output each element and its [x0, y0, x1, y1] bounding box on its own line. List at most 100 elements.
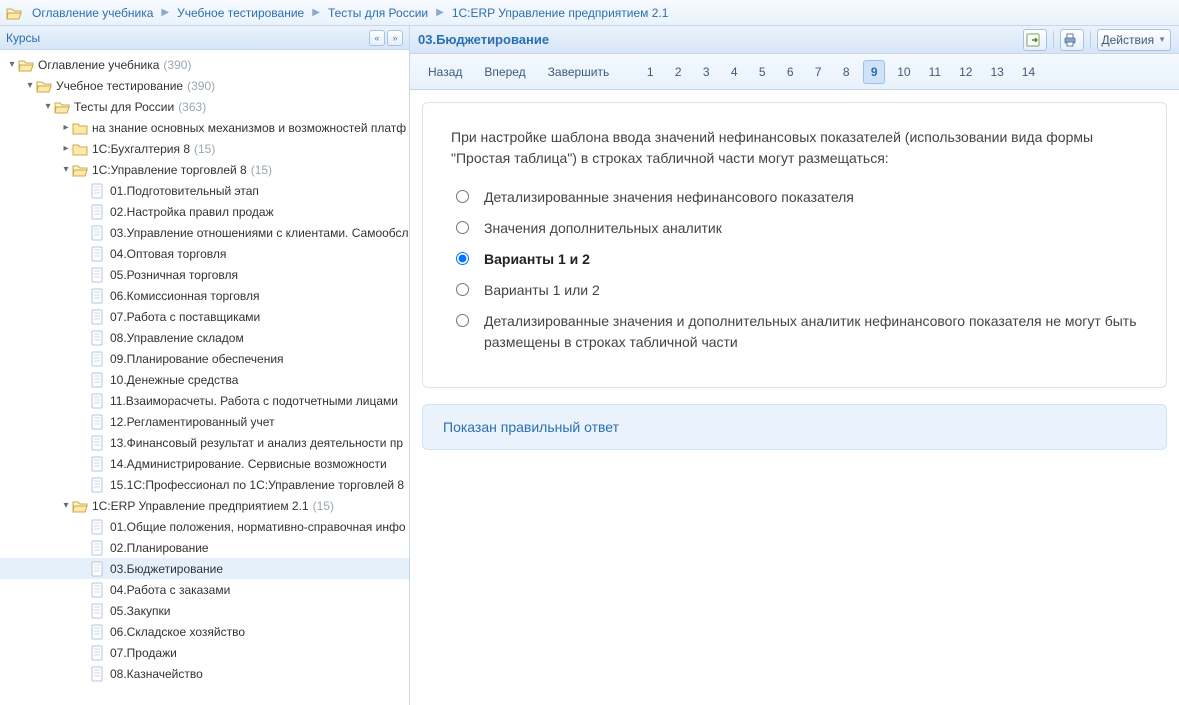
breadcrumb-item[interactable]: Оглавление учебника: [32, 6, 153, 20]
tree-leaf[interactable]: 09.Планирование обеспечения: [0, 348, 409, 369]
pager-page[interactable]: 7: [807, 61, 829, 83]
tree-leaf[interactable]: 10.Денежные средства: [0, 369, 409, 390]
breadcrumb-item[interactable]: Учебное тестирование: [177, 6, 304, 20]
pager-page[interactable]: 4: [723, 61, 745, 83]
pager-finish[interactable]: Завершить: [540, 61, 618, 83]
tree-branch[interactable]: ▸1С:Бухгалтерия 8 (15): [0, 138, 409, 159]
page-icon: [90, 246, 106, 262]
pager-page[interactable]: 14: [1016, 61, 1041, 83]
page-icon: [90, 666, 106, 682]
tree-leaf[interactable]: 07.Продажи: [0, 642, 409, 663]
pager-page[interactable]: 9: [863, 60, 885, 84]
tree-leaf[interactable]: 03.Бюджетирование: [0, 558, 409, 579]
tree-leaf[interactable]: 04.Работа с заказами: [0, 579, 409, 600]
tree-leaf[interactable]: 08.Казначейство: [0, 663, 409, 684]
tree-leaf[interactable]: 02.Планирование: [0, 537, 409, 558]
question-text: При настройке шаблона ввода значений неф…: [451, 127, 1138, 169]
collapse-icon[interactable]: ▾: [60, 500, 72, 511]
actions-menu-button[interactable]: Действия ▼: [1097, 29, 1172, 51]
page-icon: [90, 540, 106, 556]
answer-option[interactable]: Детализированные значения нефинансового …: [451, 187, 1138, 208]
pager-page[interactable]: 8: [835, 61, 857, 83]
tree-node-label: Оглавление учебника: [38, 58, 159, 72]
page-icon: [90, 519, 106, 535]
answer-radio[interactable]: [456, 221, 469, 234]
tree-branch[interactable]: ▾Тесты для России (363): [0, 96, 409, 117]
answer-radio[interactable]: [456, 252, 469, 265]
content-area: При настройке шаблона ввода значений неф…: [410, 90, 1179, 705]
pager-forward[interactable]: Вперед: [476, 61, 533, 83]
sidebar-collapse-button[interactable]: «: [369, 30, 385, 46]
page-icon: [90, 330, 106, 346]
collapse-icon[interactable]: ▾: [60, 164, 72, 175]
tree-leaf[interactable]: 02.Настройка правил продаж: [0, 201, 409, 222]
tree-leaf[interactable]: 06.Комиссионная торговля: [0, 285, 409, 306]
tree-leaf[interactable]: 11.Взаиморасчеты. Работа с подотчетными …: [0, 390, 409, 411]
tree-branch[interactable]: ▸на знание основных механизмов и возможн…: [0, 117, 409, 138]
tree-leaf[interactable]: 14.Администрирование. Сервисные возможно…: [0, 453, 409, 474]
expand-icon[interactable]: ▸: [60, 143, 72, 154]
pager-page[interactable]: 2: [667, 61, 689, 83]
sidebar-expand-button[interactable]: »: [387, 30, 403, 46]
page-icon: [90, 393, 106, 409]
answer-radio[interactable]: [456, 190, 469, 203]
answer-option[interactable]: Значения дополнительных аналитик: [451, 218, 1138, 239]
answer-label: Значения дополнительных аналитик: [484, 218, 722, 239]
print-button[interactable]: [1060, 29, 1084, 51]
tree-leaf[interactable]: 13.Финансовый результат и анализ деятель…: [0, 432, 409, 453]
tree-leaf[interactable]: 15.1С:Профессионал по 1С:Управление торг…: [0, 474, 409, 495]
pager-page[interactable]: 12: [953, 61, 978, 83]
sidebar-header: Курсы « »: [0, 26, 409, 50]
tree-node-count: (390): [187, 79, 215, 93]
answer-label: Варианты 1 и 2: [484, 249, 590, 270]
tree-branch[interactable]: ▾1С:ERP Управление предприятием 2.1 (15): [0, 495, 409, 516]
tree-leaf[interactable]: 08.Управление складом: [0, 327, 409, 348]
page-icon: [90, 603, 106, 619]
breadcrumb: Оглавление учебника ▶ Учебное тестирование…: [0, 0, 1179, 26]
tree-leaf[interactable]: 05.Розничная торговля: [0, 264, 409, 285]
answer-radio[interactable]: [456, 314, 469, 327]
export-button[interactable]: [1023, 29, 1047, 51]
answer-option[interactable]: Детализированные значения и дополнительн…: [451, 311, 1138, 353]
pager-page[interactable]: 13: [984, 61, 1009, 83]
answer-option[interactable]: Варианты 1 или 2: [451, 280, 1138, 301]
folder-open-icon: [18, 57, 34, 73]
tree-leaf[interactable]: 03.Управление отношениями с клиентами. С…: [0, 222, 409, 243]
answer-option[interactable]: Варианты 1 и 2: [451, 249, 1138, 270]
pager-page[interactable]: 10: [891, 61, 916, 83]
breadcrumb-item[interactable]: 1С:ERP Управление предприятием 2.1: [452, 6, 669, 20]
answer-radio[interactable]: [456, 283, 469, 296]
pager-page[interactable]: 11: [923, 61, 947, 83]
page-title: 03.Бюджетирование: [418, 32, 549, 47]
tree-node-label: 15.1С:Профессионал по 1С:Управление торг…: [110, 478, 404, 492]
tree-node-count: (15): [194, 142, 215, 156]
pager-page[interactable]: 1: [639, 61, 661, 83]
tree-branch[interactable]: ▾Учебное тестирование (390): [0, 75, 409, 96]
expand-icon[interactable]: ▸: [60, 122, 72, 133]
collapse-icon[interactable]: ▾: [42, 101, 54, 112]
tree-leaf[interactable]: 01.Общие положения, нормативно-справочна…: [0, 516, 409, 537]
tree-node-label: 08.Управление складом: [110, 331, 244, 345]
tree-node-label: Тесты для России: [74, 100, 174, 114]
tree-leaf[interactable]: 12.Регламентированный учет: [0, 411, 409, 432]
tree-leaf[interactable]: 01.Подготовительный этап: [0, 180, 409, 201]
page-icon: [90, 435, 106, 451]
tree-node-label: 05.Закупки: [110, 604, 170, 618]
pager-page[interactable]: 6: [779, 61, 801, 83]
export-icon: [1025, 32, 1041, 48]
tree-leaf[interactable]: 07.Работа с поставщиками: [0, 306, 409, 327]
page-icon: [90, 309, 106, 325]
pager-page[interactable]: 5: [751, 61, 773, 83]
pager-back[interactable]: Назад: [420, 61, 470, 83]
tree-leaf[interactable]: 04.Оптовая торговля: [0, 243, 409, 264]
breadcrumb-separator-icon: ▶: [436, 7, 444, 18]
pager-page[interactable]: 3: [695, 61, 717, 83]
tree-leaf[interactable]: 06.Складское хозяйство: [0, 621, 409, 642]
breadcrumb-item[interactable]: Тесты для России: [328, 6, 428, 20]
tree-branch[interactable]: ▾1С:Управление торговлей 8 (15): [0, 159, 409, 180]
collapse-icon[interactable]: ▾: [6, 59, 18, 70]
tree-leaf[interactable]: 05.Закупки: [0, 600, 409, 621]
collapse-icon[interactable]: ▾: [24, 80, 36, 91]
tree-branch[interactable]: ▾Оглавление учебника (390): [0, 54, 409, 75]
tree-node-count: (15): [313, 499, 334, 513]
